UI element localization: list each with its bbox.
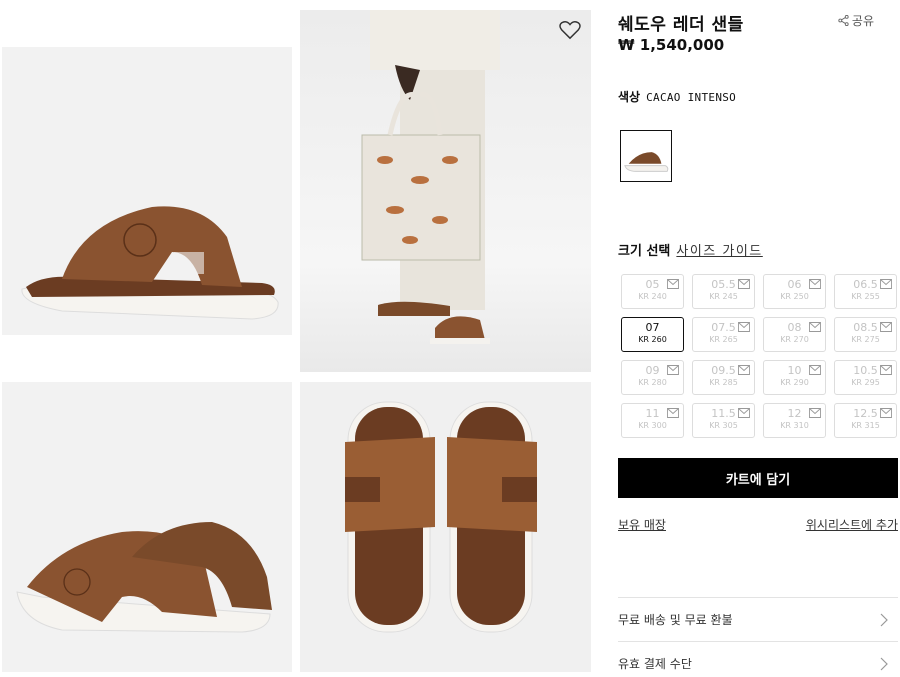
size-option-09.5[interactable]: 09.5 KR 285 — [692, 360, 755, 395]
size-option-09[interactable]: 09 KR 280 — [621, 360, 684, 395]
share-label: 공유 — [851, 14, 874, 28]
product-title: 쉐도우 레더 샌들 — [618, 15, 744, 35]
notify-mail-icon — [880, 408, 892, 418]
notify-mail-icon — [667, 279, 679, 289]
size-option-08[interactable]: 08 KR 270 — [763, 317, 826, 352]
size-kr-label: KR 310 — [780, 421, 809, 430]
share-icon — [838, 15, 849, 26]
size-eu-label: 07 — [645, 321, 660, 334]
notify-mail-icon — [809, 365, 821, 375]
size-kr-label: KR 285 — [709, 378, 738, 387]
size-kr-label: KR 270 — [780, 335, 809, 344]
notify-mail-icon — [809, 408, 821, 418]
notify-mail-icon — [738, 408, 750, 418]
size-option-11[interactable]: 11 KR 300 — [621, 403, 684, 438]
swatch-sandal-thumbnail — [624, 152, 669, 172]
color-swatch[interactable] — [620, 130, 672, 182]
product-image-pair[interactable] — [2, 382, 292, 672]
size-kr-label: KR 290 — [780, 378, 809, 387]
sandal-top-illustration — [345, 401, 537, 633]
accordion-free-shipping[interactable]: 무료 배송 및 무료 환불 — [618, 597, 898, 641]
accordion-label: 유효 결제 수단 — [618, 657, 692, 671]
size-kr-label: KR 280 — [638, 378, 667, 387]
size-grid: 05 KR 240 05.5 KR 245 06 KR 250 06.5 KR 255 07 KR… — [621, 274, 900, 438]
notify-mail-icon — [667, 408, 679, 418]
size-kr-label: KR 255 — [851, 292, 880, 301]
color-row: 색상 CACAO INTENSO — [618, 88, 736, 105]
notify-mail-icon — [667, 365, 679, 375]
size-option-06[interactable]: 06 KR 250 — [763, 274, 826, 309]
size-option-11.5[interactable]: 11.5 KR 305 — [692, 403, 755, 438]
size-option-07.5[interactable]: 07.5 KR 265 — [692, 317, 755, 352]
wishlist-heart-icon[interactable] — [559, 20, 581, 40]
size-label: 크기 선택 — [618, 244, 671, 259]
color-label: 색상 — [618, 90, 641, 104]
accordion-payment-methods[interactable]: 유효 결제 수단 — [618, 641, 898, 677]
sandal-pair-illustration — [16, 522, 272, 633]
notify-mail-icon — [738, 322, 750, 332]
size-kr-label: KR 265 — [709, 335, 738, 344]
size-kr-label: KR 245 — [709, 292, 738, 301]
size-kr-label: KR 305 — [709, 421, 738, 430]
size-option-05[interactable]: 05 KR 240 — [621, 274, 684, 309]
model-with-bag-illustration — [361, 10, 500, 344]
accordion-label: 무료 배송 및 무료 환불 — [618, 613, 733, 627]
notify-mail-icon — [738, 279, 750, 289]
notify-mail-icon — [880, 365, 892, 375]
size-kr-label: KR 275 — [851, 335, 880, 344]
chevron-right-icon — [880, 613, 888, 626]
size-option-05.5[interactable]: 05.5 KR 245 — [692, 274, 755, 309]
add-to-cart-button[interactable]: 카트에 담기 — [618, 458, 898, 498]
size-selection-header: 크기 선택 사이즈 가이드 — [618, 240, 763, 259]
share-button[interactable]: 공유 — [838, 12, 874, 29]
size-option-07[interactable]: 07 KR 260 — [621, 317, 684, 352]
store-availability-link[interactable]: 보유 매장 — [618, 516, 666, 533]
product-image-model[interactable] — [300, 10, 591, 372]
color-value: CACAO INTENSO — [646, 91, 737, 104]
size-kr-label: KR 315 — [851, 421, 880, 430]
notify-mail-icon — [809, 322, 821, 332]
size-option-10.5[interactable]: 10.5 KR 295 — [834, 360, 897, 395]
product-image-side[interactable] — [2, 47, 292, 335]
size-guide-link[interactable]: 사이즈 가이드 — [676, 244, 762, 259]
size-option-08.5[interactable]: 08.5 KR 275 — [834, 317, 897, 352]
size-kr-label: KR 250 — [780, 292, 809, 301]
notify-mail-icon — [880, 279, 892, 289]
sandal-side-illustration — [21, 206, 279, 320]
add-to-wishlist-link[interactable]: 위시리스트에 추가 — [806, 516, 898, 533]
size-option-12[interactable]: 12 KR 310 — [763, 403, 826, 438]
secondary-actions: 보유 매장 위시리스트에 추가 — [618, 516, 898, 533]
size-option-06.5[interactable]: 06.5 KR 255 — [834, 274, 897, 309]
notify-mail-icon — [809, 279, 821, 289]
notify-mail-icon — [880, 322, 892, 332]
notify-mail-icon — [738, 365, 750, 375]
size-kr-label: KR 300 — [638, 421, 667, 430]
size-kr-label: KR 295 — [851, 378, 880, 387]
chevron-right-icon — [880, 657, 888, 670]
size-kr-label: KR 260 — [638, 335, 667, 344]
product-image-top[interactable] — [300, 382, 591, 672]
product-gallery — [0, 0, 600, 677]
size-option-12.5[interactable]: 12.5 KR 315 — [834, 403, 897, 438]
product-price: ₩ 1,540,000 — [618, 36, 725, 54]
size-kr-label: KR 240 — [638, 292, 667, 301]
size-option-10[interactable]: 10 KR 290 — [763, 360, 826, 395]
product-info-panel: 쉐도우 레더 샌들 공유 ₩ 1,540,000 색상 CACAO INTENSO… — [618, 0, 900, 677]
